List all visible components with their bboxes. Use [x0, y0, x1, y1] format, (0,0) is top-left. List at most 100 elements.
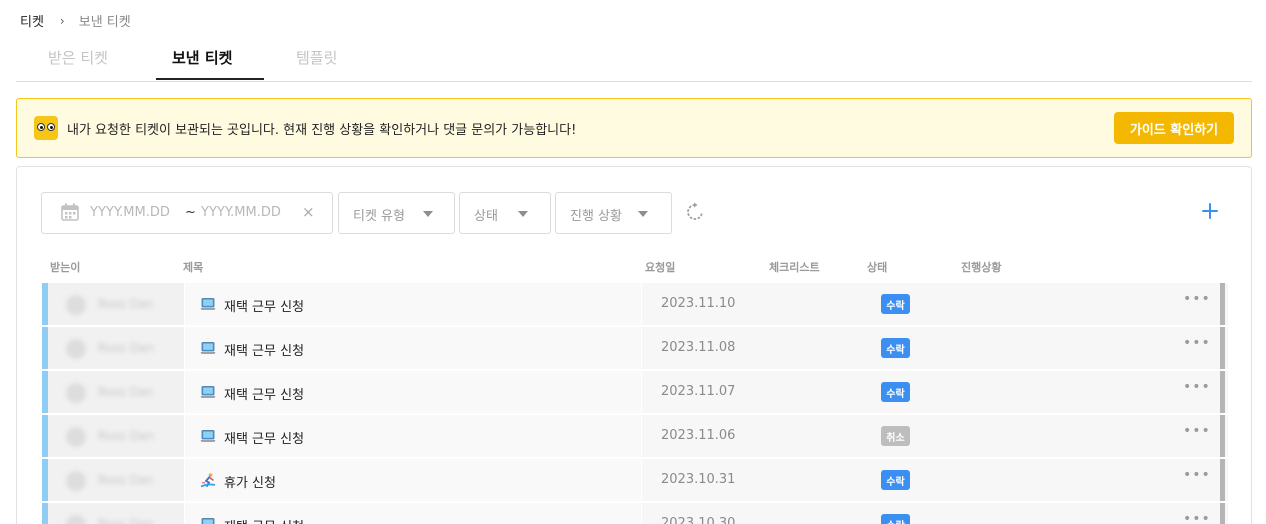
refresh-icon[interactable]	[685, 202, 705, 222]
status-badge: 취소	[881, 426, 910, 446]
more-options-icon[interactable]: •••	[1183, 423, 1211, 439]
receiver-cell: Ross Dan	[48, 283, 184, 325]
request-date: 2023.10.31	[661, 472, 736, 487]
laptop-icon	[200, 430, 216, 442]
breadcrumb: 티켓 › 보낸 티켓	[20, 11, 131, 31]
receiver-name: Ross Dan	[98, 385, 154, 399]
table-row[interactable]: Ross Dan 휴가 신청 2023.10.31 수락 •••	[42, 459, 1228, 501]
receiver-cell: Ross Dan	[48, 459, 184, 501]
table-row[interactable]: Ross Dan 재택 근무 신청 2023.11.08 수락 •••	[42, 327, 1228, 369]
table-header: 받는이 제목 요청일 체크리스트 상태 진행상황	[17, 257, 1253, 279]
table-row[interactable]: Ross Dan 재택 근무 신청 2023.11.06 취소 •••	[42, 415, 1228, 457]
request-date: 2023.11.08	[661, 340, 736, 355]
column-header-title[interactable]: 제목	[183, 259, 203, 275]
more-options-icon[interactable]: •••	[1183, 291, 1211, 307]
avatar	[66, 295, 86, 315]
breadcrumb-root[interactable]: 티켓	[20, 11, 44, 30]
breadcrumb-separator: ›	[59, 13, 65, 28]
table-row[interactable]: Ross Dan 재택 근무 신청 2023.11.07 수락 •••	[42, 371, 1228, 413]
status-badge: 수락	[881, 294, 910, 314]
guide-button[interactable]: 가이드 확인하기	[1114, 112, 1234, 144]
title-cell[interactable]: 휴가 신청	[184, 459, 642, 501]
laptop-icon	[200, 386, 216, 398]
chevron-down-icon	[423, 211, 433, 217]
receiver-cell: Ross Dan	[48, 371, 184, 413]
avatar	[66, 427, 86, 447]
table-row[interactable]: Ross Dan 재택 근무 신청 2023.11.10 수락 •••	[42, 283, 1228, 325]
add-icon[interactable]	[1199, 200, 1221, 222]
status-label: 상태	[474, 209, 498, 224]
tab-bar: 받은 티켓 보낸 티켓 템플릿	[16, 40, 1252, 82]
avatar	[66, 383, 86, 403]
scrollbar-segment	[1220, 283, 1225, 325]
title-cell[interactable]: 재택 근무 신청	[184, 283, 642, 325]
more-options-icon[interactable]: •••	[1183, 335, 1211, 351]
receiver-cell: Ross Dan	[48, 503, 184, 524]
notice-banner: 내가 요청한 티켓이 보관되는 곳입니다. 현재 진행 상황을 확인하거나 댓글…	[16, 98, 1252, 158]
receiver-cell: Ross Dan	[48, 327, 184, 369]
ticket-title: 재택 근무 신청	[224, 432, 305, 447]
date-end-input[interactable]: YYYY.MM.DD	[201, 205, 281, 220]
eyes-mascot-icon	[34, 116, 58, 140]
chevron-down-icon	[518, 211, 528, 217]
ticket-type-select[interactable]: 티켓 유형	[338, 192, 455, 234]
calendar-icon	[61, 203, 79, 221]
request-date: 2023.10.30	[661, 516, 736, 524]
surfer-icon	[200, 473, 216, 488]
date-start-input[interactable]: YYYY.MM.DD	[90, 205, 170, 220]
column-header-request-date[interactable]: 요청일	[645, 259, 675, 275]
ticket-list-panel: YYYY.MM.DD ~ YYYY.MM.DD × 티켓 유형 상태 진행 상황…	[16, 166, 1252, 524]
scrollbar-segment	[1220, 371, 1225, 413]
clear-date-icon[interactable]: ×	[302, 203, 315, 221]
scrollbar-segment	[1220, 459, 1225, 501]
tab-received-tickets[interactable]: 받은 티켓	[48, 47, 108, 68]
receiver-name: Ross Dan	[98, 473, 154, 487]
breadcrumb-current: 보낸 티켓	[78, 15, 131, 30]
ticket-title: 재택 근무 신청	[224, 344, 305, 359]
status-badge: 수락	[881, 470, 910, 490]
scrollbar-segment	[1220, 503, 1225, 524]
scrollbar-segment	[1220, 327, 1225, 369]
ticket-title: 재택 근무 신청	[224, 388, 305, 403]
more-options-icon[interactable]: •••	[1183, 511, 1211, 524]
request-date: 2023.11.07	[661, 384, 736, 399]
date-range-separator: ~	[185, 205, 196, 220]
tab-sent-tickets[interactable]: 보낸 티켓	[172, 47, 232, 68]
column-header-progress[interactable]: 진행상황	[961, 259, 1001, 275]
title-cell[interactable]: 재택 근무 신청	[184, 327, 642, 369]
tab-templates[interactable]: 템플릿	[296, 47, 337, 68]
ticket-title: 휴가 신청	[224, 476, 276, 491]
progress-label: 진행 상황	[570, 209, 622, 224]
receiver-cell: Ross Dan	[48, 415, 184, 457]
date-range-filter[interactable]: YYYY.MM.DD ~ YYYY.MM.DD ×	[41, 192, 333, 234]
status-badge: 수락	[881, 382, 910, 402]
scrollbar-segment	[1220, 415, 1225, 457]
status-select[interactable]: 상태	[459, 192, 551, 234]
receiver-name: Ross Dan	[98, 297, 154, 311]
title-cell[interactable]: 재택 근무 신청	[184, 415, 642, 457]
column-header-checklist[interactable]: 체크리스트	[769, 259, 820, 275]
chevron-down-icon	[638, 211, 648, 217]
ticket-title: 재택 근무 신청	[224, 300, 305, 315]
request-date: 2023.11.06	[661, 428, 736, 443]
status-badge: 수락	[881, 514, 910, 524]
title-cell[interactable]: 재택 근무 신청	[184, 503, 642, 524]
request-date: 2023.11.10	[661, 296, 736, 311]
ticket-title: 재택 근무 신청	[224, 516, 304, 524]
notice-text: 내가 요청한 티켓이 보관되는 곳입니다. 현재 진행 상황을 확인하거나 댓글…	[67, 123, 577, 138]
more-options-icon[interactable]: •••	[1183, 379, 1211, 395]
active-tab-indicator	[156, 78, 264, 80]
title-cell[interactable]: 재택 근무 신청	[184, 371, 642, 413]
receiver-name: Ross Dan	[98, 517, 154, 524]
progress-select[interactable]: 진행 상황	[555, 192, 672, 234]
laptop-icon	[200, 342, 216, 354]
avatar	[66, 471, 86, 491]
ticket-type-label: 티켓 유형	[353, 209, 405, 224]
laptop-icon	[201, 518, 215, 524]
column-header-receiver[interactable]: 받는이	[50, 259, 80, 275]
more-options-icon[interactable]: •••	[1183, 467, 1211, 483]
column-header-status[interactable]: 상태	[867, 259, 887, 275]
table-row[interactable]: Ross Dan 재택 근무 신청 2023.10.30 수락 •••	[42, 503, 1228, 524]
avatar	[66, 339, 86, 359]
receiver-name: Ross Dan	[98, 341, 154, 355]
